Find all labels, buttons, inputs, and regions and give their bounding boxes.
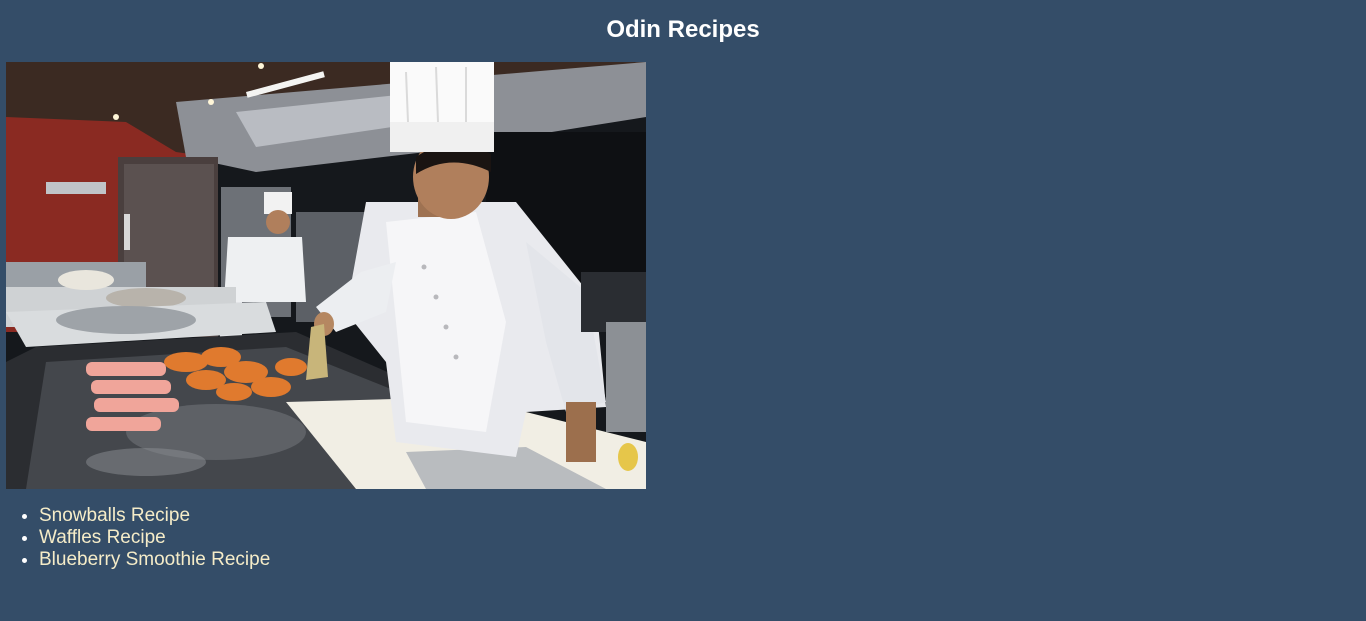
hero-image	[6, 62, 646, 489]
recipe-list: Snowballs Recipe Waffles Recipe Blueberr…	[0, 505, 270, 571]
list-item: Snowballs Recipe	[39, 505, 270, 527]
list-item: Blueberry Smoothie Recipe	[39, 549, 270, 571]
recipe-link-blueberry-smoothie[interactable]: Blueberry Smoothie Recipe	[39, 549, 270, 570]
recipe-link-waffles[interactable]: Waffles Recipe	[39, 527, 166, 548]
list-item: Waffles Recipe	[39, 527, 270, 549]
chef-kitchen-illustration	[6, 62, 646, 489]
recipe-link-snowballs[interactable]: Snowballs Recipe	[39, 505, 190, 526]
page-title: Odin Recipes	[606, 16, 760, 43]
